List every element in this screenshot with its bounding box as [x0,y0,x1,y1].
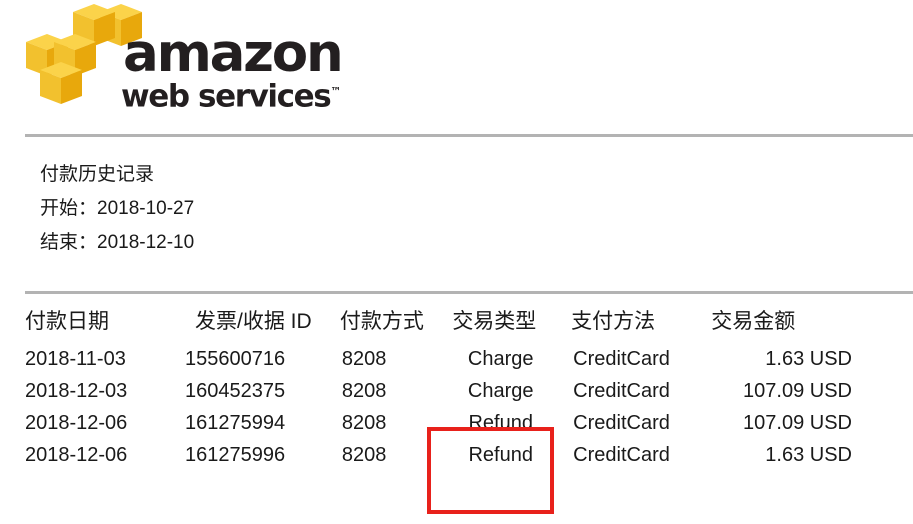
divider-middle [25,291,913,294]
payment-history-table-wrapper: 付款日期 发票/收据 ID 付款方式 交易类型 支付方法 交易金额 2018-1… [25,305,870,472]
table-row: 2018-12-03 160452375 8208 Charge CreditC… [25,376,870,408]
col-header-payment-method: 支付方法 [571,310,656,333]
cell-payment-method: CreditCard [573,380,670,402]
payment-history-summary: 付款历史记录 开始：2018-10-27 结束：2018-12-10 [40,158,194,260]
cell-transaction-type: Charge [467,380,534,402]
cell-payment-date: 2018-12-06 [25,412,128,434]
table-body: 2018-11-03 155600716 8208 Charge CreditC… [25,344,870,472]
cell-transaction-type: Refund [468,412,533,434]
cell-amount: 1.63 USD [765,444,852,466]
cell-amount: 107.09 USD [743,380,852,402]
cell-amount: 1.63 USD [765,348,852,370]
page-title: 付款历史记录 [40,164,155,185]
divider-top [25,134,913,137]
col-header-invoice-id: 发票/收据 ID [195,310,312,333]
cell-invoice-id: 161275994 [185,412,286,434]
table-row: 2018-11-03 155600716 8208 Charge CreditC… [25,344,870,376]
cell-invoice-id: 161275996 [185,444,286,466]
cell-payment-date: 2018-11-03 [25,348,126,370]
cell-invoice-id: 155600716 [185,348,286,370]
col-header-payment-id: 付款方式 [339,310,424,333]
payment-history-table: 付款日期 发票/收据 ID 付款方式 交易类型 支付方法 交易金额 2018-1… [25,305,870,472]
wordmark-web-services: web services™ [121,78,342,115]
wordmark-amazon: amazon [123,23,344,84]
col-header-transaction-type: 交易类型 [452,310,537,333]
cell-payment-method: CreditCard [573,348,670,370]
cell-invoice-id: 160452375 [185,380,286,402]
cell-payment-date: 2018-12-03 [25,380,128,402]
table-header: 付款日期 发票/收据 ID 付款方式 交易类型 支付方法 交易金额 [25,305,870,344]
cell-payment-id: 8208 [341,380,387,402]
trademark-symbol: ™ [330,85,342,98]
col-header-amount: 交易金额 [711,310,796,333]
cell-payment-date: 2018-12-06 [25,444,128,466]
range-start-label: 开始：2018-10-27 [40,198,195,219]
cell-payment-method: CreditCard [573,444,670,466]
cell-payment-id: 8208 [341,444,387,466]
cell-amount: 107.09 USD [743,412,852,434]
cell-payment-id: 8208 [341,412,387,434]
table-row: 2018-12-06 161275996 8208 Refund CreditC… [25,440,870,472]
table-header-row: 付款日期 发票/收据 ID 付款方式 交易类型 支付方法 交易金额 [25,305,870,344]
cell-payment-method: CreditCard [573,412,670,434]
col-header-payment-date: 付款日期 [25,310,109,333]
cell-payment-id: 8208 [341,348,387,370]
aws-logo: amazon web services™ [18,4,344,116]
range-end-label: 结束：2018-12-10 [40,232,195,253]
aws-wordmark: amazon web services™ [121,23,344,115]
cell-transaction-type: Refund [468,444,533,466]
table-row: 2018-12-06 161275994 8208 Refund CreditC… [25,408,870,440]
cell-transaction-type: Charge [467,348,534,370]
